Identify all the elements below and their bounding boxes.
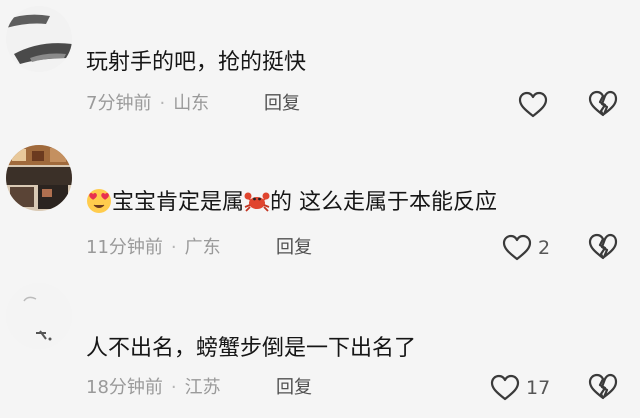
comment-text-part: 宝宝肯定是属 <box>112 190 245 215</box>
comment-time: 18分钟前 <box>86 377 163 398</box>
comment-location: 山东 <box>173 93 210 114</box>
crab-emoji <box>244 188 270 214</box>
comment-text: 人不出名，螃蟹步倒是一下出名了 <box>86 336 417 361</box>
avatar[interactable] <box>6 145 72 211</box>
comment-time: 7分钟前 <box>86 93 152 114</box>
comment-item: 宝宝肯定是属 的 这么走属于本能反应 11分钟前 · 广东 回复 2 <box>0 139 640 278</box>
comment-meta: 11分钟前 · 广东 <box>86 236 221 260</box>
avatar[interactable] <box>6 283 72 349</box>
comment-item: 人不出名，螃蟹步倒是一下出名了 18分钟前 · 江苏 回复 17 <box>0 279 640 418</box>
dislike-button[interactable] <box>588 373 618 403</box>
comment-meta: 7分钟前 · 山东 <box>86 92 209 116</box>
dislike-button[interactable] <box>588 233 618 263</box>
like-count: 2 <box>538 237 551 259</box>
broken-heart-icon <box>588 233 618 260</box>
comment-time: 11分钟前 <box>86 237 163 258</box>
comment-text: 宝宝肯定是属 的 这么走属于本能反应 <box>86 188 497 218</box>
avatar[interactable] <box>6 6 72 72</box>
broken-heart-icon <box>588 90 618 117</box>
heart-eyes-emoji <box>86 188 112 214</box>
separator-dot: · <box>170 237 177 258</box>
heart-icon <box>518 91 548 118</box>
reply-button[interactable]: 回复 <box>264 92 300 116</box>
comment-location: 广东 <box>184 237 221 258</box>
comment-text-part: 的 这么走属于本能反应 <box>270 190 498 215</box>
dislike-button[interactable] <box>588 90 618 120</box>
comment-text: 玩射手的吧，抢的挺快 <box>86 50 307 75</box>
separator-dot: · <box>159 93 166 114</box>
like-count: 17 <box>526 377 551 399</box>
heart-icon <box>490 374 520 401</box>
like-button[interactable]: 17 <box>490 373 550 403</box>
reply-button[interactable]: 回复 <box>276 376 312 400</box>
reply-button[interactable]: 回复 <box>276 236 312 260</box>
separator-dot: · <box>170 377 177 398</box>
comment-meta: 18分钟前 · 江苏 <box>86 376 221 400</box>
like-button[interactable]: 2 <box>502 233 550 263</box>
heart-icon <box>502 234 532 261</box>
like-button[interactable] <box>518 90 554 120</box>
comment-item: 玩射手的吧，抢的挺快 7分钟前 · 山东 回复 <box>0 0 640 139</box>
comment-location: 江苏 <box>184 377 221 398</box>
broken-heart-icon <box>588 373 618 400</box>
